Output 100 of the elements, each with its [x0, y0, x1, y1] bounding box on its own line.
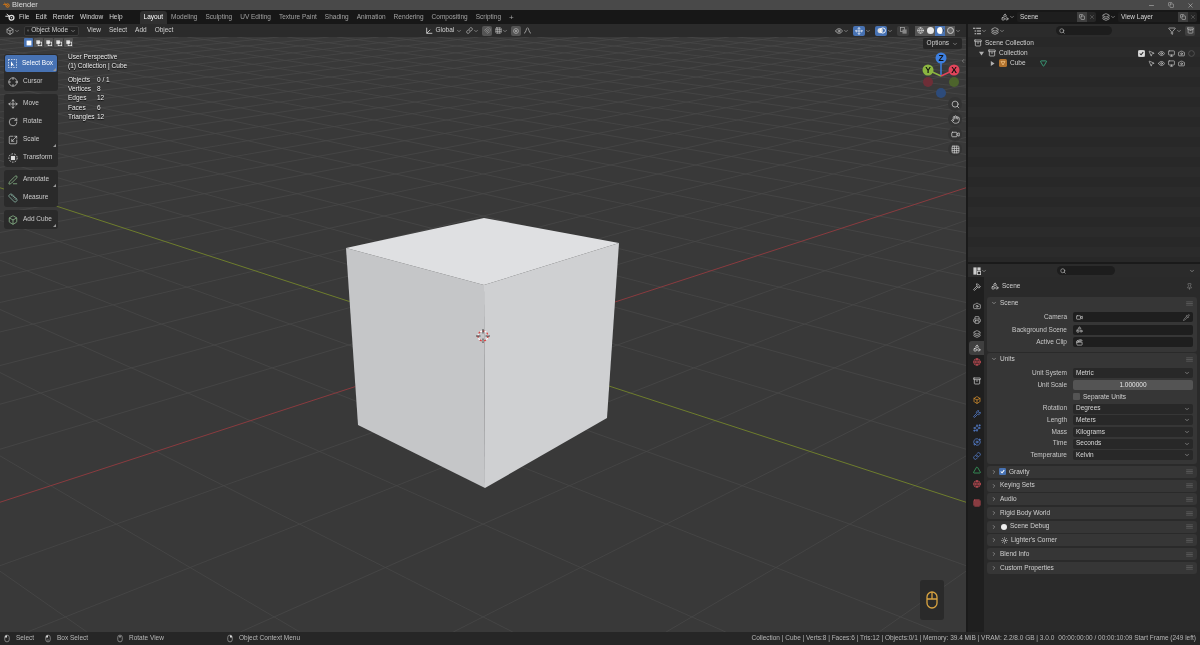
- move-icon: [8, 98, 18, 109]
- visibility-dropdown[interactable]: [835, 25, 849, 36]
- checkbox[interactable]: [1138, 49, 1145, 57]
- archive-box-icon: [974, 39, 982, 47]
- new-collection-button[interactable]: [1185, 25, 1195, 36]
- mouse-icon: [117, 634, 123, 643]
- curve-icon: [524, 27, 532, 34]
- globe-icon: [972, 358, 981, 366]
- selection-mode-button[interactable]: [34, 38, 43, 47]
- mouse-icon: [4, 634, 10, 643]
- checkbox[interactable]: [1073, 393, 1080, 401]
- duplicate-button[interactable]: [1178, 12, 1188, 22]
- editor-type-button[interactable]: [6, 25, 20, 36]
- layers-icon: [972, 330, 981, 338]
- crosshair-icon: [8, 76, 18, 87]
- ruler-icon: [8, 192, 18, 203]
- eye-icon: [835, 26, 843, 35]
- selection-mode-button[interactable]: [54, 38, 63, 47]
- drag-handle-icon[interactable]: [1186, 496, 1193, 502]
- snap-target-dropdown[interactable]: [495, 25, 509, 36]
- eye-icon[interactable]: [1158, 49, 1165, 57]
- selection-mode-button[interactable]: [24, 38, 33, 47]
- close-icon[interactable]: [1187, 1, 1194, 9]
- rendered-sphere-icon: [946, 27, 954, 34]
- chevron-down-icon: [473, 27, 480, 34]
- drag-handle-icon[interactable]: [1186, 551, 1193, 557]
- object-field[interactable]: [1073, 312, 1193, 323]
- drag-handle-icon[interactable]: [1186, 469, 1193, 475]
- drag-handle-icon[interactable]: [1186, 565, 1193, 571]
- cube-icon: [6, 26, 14, 35]
- archive-box-icon: [1186, 27, 1194, 34]
- object-field[interactable]: [1073, 337, 1193, 348]
- magnifier-icon: [950, 99, 960, 109]
- layers-icon: [1102, 13, 1110, 21]
- list-icon: [973, 26, 981, 35]
- shading-mode-button[interactable]: [935, 25, 945, 36]
- arrows-icon: [855, 26, 863, 35]
- mouse-icon: [45, 634, 51, 643]
- overlapping-squares-icon: [35, 39, 42, 46]
- clapperboard-icon: [1076, 338, 1083, 346]
- filter-layer-dropdown[interactable]: [991, 26, 1005, 35]
- drag-handle-icon[interactable]: [1186, 510, 1193, 516]
- drag-handle-icon[interactable]: [1186, 537, 1193, 543]
- restore-icon[interactable]: [1168, 2, 1174, 8]
- camera-icon[interactable]: [1178, 59, 1185, 67]
- grid-icon: [972, 499, 981, 507]
- axis-handle[interactable]: Z: [935, 52, 947, 77]
- drag-handle-icon[interactable]: [1186, 483, 1193, 489]
- monitor-icon[interactable]: [1168, 49, 1175, 57]
- selector-button[interactable]: [1001, 12, 1015, 22]
- shading-mode-button[interactable]: [915, 25, 925, 36]
- snap-toggle[interactable]: [482, 25, 493, 36]
- chevron-down-icon: [1110, 14, 1116, 20]
- proportional-edit-toggle[interactable]: [511, 25, 522, 36]
- camera-icon[interactable]: [1178, 49, 1185, 57]
- chevron-down-icon: [14, 27, 20, 34]
- chevron-down-icon[interactable]: [865, 27, 871, 34]
- chevron-left-icon[interactable]: [960, 58, 966, 64]
- shading-mode-button[interactable]: [925, 25, 935, 36]
- viewport-toggle[interactable]: [853, 25, 865, 36]
- mouse-icon: [926, 591, 938, 609]
- monitor-icon[interactable]: [1168, 59, 1175, 67]
- shading-mode-button[interactable]: [945, 25, 955, 36]
- pin-icon[interactable]: [1186, 282, 1193, 290]
- selection-mode-button[interactable]: [44, 38, 53, 47]
- add-workspace-button[interactable]: +: [505, 11, 518, 24]
- checkbox[interactable]: [999, 468, 1006, 476]
- magnet-icon: [483, 27, 491, 34]
- eye-icon[interactable]: [1158, 59, 1165, 67]
- chevron-down-icon[interactable]: [887, 27, 893, 34]
- drag-handle-icon[interactable]: [1186, 356, 1193, 362]
- object-field[interactable]: [1073, 324, 1193, 335]
- viewport-toggle[interactable]: [875, 25, 887, 36]
- properties-tab[interactable]: [969, 341, 984, 355]
- expand-arrow-icon[interactable]: [990, 60, 995, 66]
- search-icon: [1059, 27, 1065, 34]
- selection-mode-button[interactable]: [64, 38, 73, 47]
- falloff-dropdown[interactable]: [524, 25, 532, 36]
- drag-handle-icon[interactable]: [1186, 524, 1193, 530]
- drag-handle-icon[interactable]: [1186, 300, 1193, 306]
- cube-icon: [972, 396, 981, 404]
- shapes-icon: [991, 282, 999, 290]
- chevron-down-icon: [981, 27, 987, 34]
- chevron-down-icon: [1176, 27, 1182, 34]
- editor-type-button[interactable]: [973, 266, 987, 275]
- expand-arrow-icon[interactable]: [979, 50, 984, 56]
- duplicate-button[interactable]: [1077, 12, 1087, 22]
- hammer-icon: [972, 283, 981, 291]
- chevron-down-icon: [981, 267, 987, 274]
- viewport-toggle[interactable]: [897, 25, 909, 36]
- chevron-down-icon[interactable]: [1189, 267, 1195, 274]
- filter-dropdown[interactable]: [1168, 26, 1182, 35]
- dashed-box-pointer-icon: [8, 59, 17, 68]
- search-field[interactable]: [1056, 26, 1112, 35]
- eyedropper-icon[interactable]: [1183, 313, 1190, 321]
- chevron-down-icon: [502, 27, 509, 34]
- search-field[interactable]: [1057, 266, 1115, 275]
- display-mode-dropdown[interactable]: [973, 26, 987, 35]
- pivot-dropdown[interactable]: [466, 25, 480, 36]
- selector-button[interactable]: [1102, 12, 1116, 22]
